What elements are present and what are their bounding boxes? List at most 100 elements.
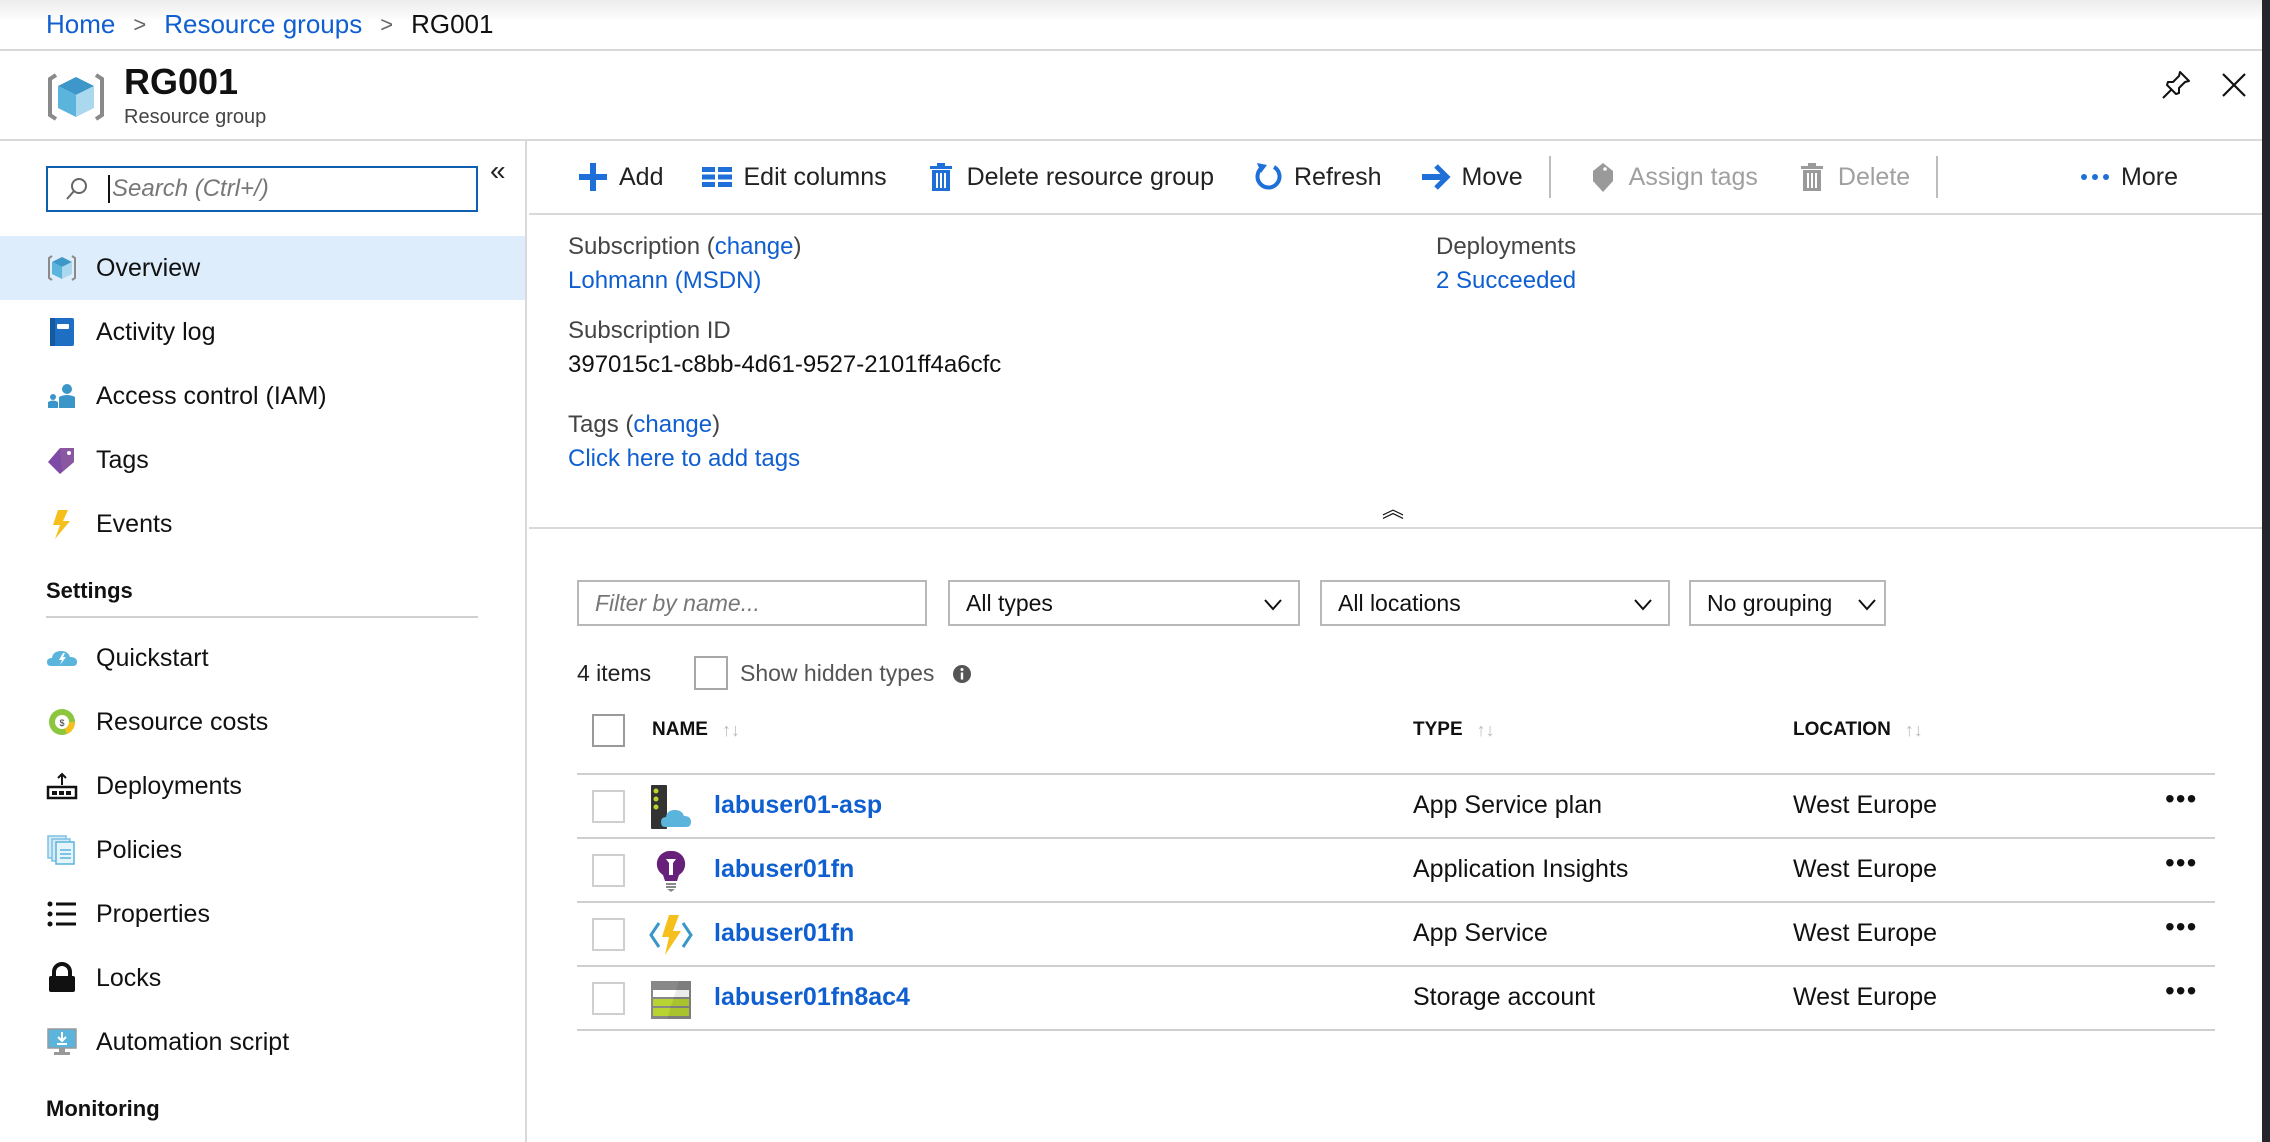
assign-tags-button[interactable]: Assign tags	[1587, 161, 1758, 193]
table-header: NAME ↑↓ TYPE ↑↓ LOCATION ↑↓	[577, 705, 2215, 775]
row-more-icon[interactable]: •••	[2165, 975, 2197, 1007]
toolbar-divider	[1936, 156, 1939, 198]
tags-label: Tags	[568, 411, 619, 438]
sidebar-item-activity-log[interactable]: Activity log	[0, 300, 525, 364]
policies-icon	[46, 834, 78, 866]
add-tags-link[interactable]: Click here to add tags	[568, 445, 800, 473]
essentials-panel: Subscription (change) Lohmann (MSDN) Sub…	[529, 217, 2262, 529]
row-checkbox[interactable]	[592, 790, 625, 823]
row-checkbox[interactable]	[592, 982, 625, 1015]
sidebar-item-overview[interactable]: Overview	[0, 236, 525, 300]
table-row[interactable]: labuser01fn Application Insights West Eu…	[577, 839, 2215, 903]
sort-icon[interactable]: ↑↓	[1477, 720, 1495, 741]
resource-name-link[interactable]: labuser01fn	[714, 919, 854, 948]
sort-icon[interactable]: ↑↓	[722, 720, 740, 741]
sidebar-item-policies[interactable]: Policies	[0, 818, 525, 882]
tag-icon	[1587, 161, 1619, 193]
row-checkbox[interactable]	[592, 918, 625, 951]
edit-columns-label: Edit columns	[743, 162, 887, 191]
resource-type: Application Insights	[1413, 855, 1629, 883]
row-more-icon[interactable]: •••	[2165, 911, 2197, 943]
more-label: More	[2121, 162, 2178, 191]
subscription-name-link[interactable]: Lohmann (MSDN)	[568, 267, 761, 295]
breadcrumb-resource-groups-link[interactable]: Resource groups	[164, 9, 362, 40]
type-filter-dropdown[interactable]: All types	[948, 580, 1300, 626]
edit-columns-button[interactable]: Edit columns	[701, 161, 887, 193]
grouping-dropdown[interactable]: No grouping	[1689, 580, 1886, 626]
sidebar-item-automation-script[interactable]: Automation script	[0, 1010, 525, 1074]
sidebar-item-label: Overview	[96, 253, 201, 282]
cost-icon: $	[46, 706, 78, 738]
sidebar-search-input[interactable]	[108, 175, 468, 203]
breadcrumb: Home > Resource groups > RG001	[0, 0, 2262, 51]
deployments-link[interactable]: 2 Succeeded	[1436, 267, 1576, 295]
move-button[interactable]: Move	[1420, 161, 1523, 193]
refresh-button[interactable]: Refresh	[1252, 161, 1382, 193]
activity-log-icon	[46, 316, 78, 348]
add-button[interactable]: Add	[577, 161, 663, 193]
section-divider	[46, 616, 478, 618]
iam-icon	[46, 380, 78, 412]
column-header-location[interactable]: LOCATION ↑↓	[1793, 719, 1923, 741]
sort-icon[interactable]: ↑↓	[1905, 720, 1923, 741]
select-all-checkbox[interactable]	[592, 714, 625, 747]
filter-by-name-input[interactable]	[595, 589, 925, 617]
sidebar-item-label: Automation script	[96, 1027, 290, 1056]
column-header-type[interactable]: TYPE ↑↓	[1413, 719, 1495, 741]
sidebar-item-label: Events	[96, 509, 173, 538]
table-row[interactable]: labuser01-asp App Service plan West Euro…	[577, 775, 2215, 839]
sidebar-item-tags[interactable]: Tags	[0, 428, 525, 492]
resource-type: App Service	[1413, 919, 1548, 947]
row-more-icon[interactable]: •••	[2165, 783, 2197, 815]
row-more-icon[interactable]: •••	[2165, 847, 2197, 879]
sidebar-item-label: Resource costs	[96, 707, 269, 736]
tags-change-link[interactable]: change	[633, 411, 712, 438]
breadcrumb-home-link[interactable]: Home	[46, 9, 115, 40]
sidebar-item-locks[interactable]: Locks	[0, 946, 525, 1010]
sidebar-item-quickstart[interactable]: Quickstart	[0, 626, 525, 690]
plus-icon	[577, 161, 609, 193]
show-hidden-types-checkbox[interactable]	[694, 656, 728, 690]
chevron-down-icon	[1634, 599, 1652, 611]
subscription-change-link[interactable]: change	[715, 233, 794, 260]
column-header-label: TYPE	[1413, 719, 1463, 740]
sidebar-item-label: Tags	[96, 445, 149, 474]
close-icon[interactable]	[2216, 67, 2252, 103]
sidebar-item-deployments[interactable]: Deployments	[0, 754, 525, 818]
resource-name-link[interactable]: labuser01fn	[714, 855, 854, 884]
pin-icon[interactable]	[2158, 67, 2194, 103]
collapse-essentials-icon[interactable]: ︽	[1382, 492, 1404, 524]
info-icon[interactable]	[952, 664, 972, 684]
filter-by-name[interactable]	[577, 580, 927, 626]
move-label: Move	[1461, 162, 1523, 191]
trash-icon	[925, 161, 957, 193]
sidebar-item-resource-costs[interactable]: $ Resource costs	[0, 690, 525, 754]
section-header-monitoring: Monitoring	[46, 1096, 160, 1121]
more-button[interactable]: More	[2079, 161, 2178, 193]
collapse-sidebar-button[interactable]: «	[490, 155, 506, 187]
column-header-label: LOCATION	[1793, 719, 1891, 740]
breadcrumb-separator: >	[133, 11, 147, 37]
sidebar-search[interactable]	[46, 166, 478, 212]
resource-name-link[interactable]: labuser01-asp	[714, 791, 882, 820]
chevron-down-icon	[1264, 599, 1282, 611]
resource-name-link[interactable]: labuser01fn8ac4	[714, 983, 910, 1012]
row-checkbox[interactable]	[592, 854, 625, 887]
sidebar-item-properties[interactable]: Properties	[0, 882, 525, 946]
sidebar-item-access-control[interactable]: Access control (IAM)	[0, 364, 525, 428]
columns-icon	[701, 161, 733, 193]
location-filter-dropdown[interactable]: All locations	[1320, 580, 1670, 626]
subscription-label-group: Subscription (change)	[568, 233, 802, 260]
table-row[interactable]: labuser01fn8ac4 Storage account West Eur…	[577, 967, 2215, 1031]
sidebar-item-events[interactable]: Events	[0, 492, 525, 556]
delete-resource-group-button[interactable]: Delete resource group	[925, 161, 1214, 193]
section-header-settings: Settings	[46, 578, 133, 603]
column-header-name[interactable]: NAME ↑↓	[652, 719, 740, 741]
sidebar-nav: Overview Activity log Access control (IA…	[0, 236, 525, 1134]
automation-script-icon	[46, 1026, 78, 1058]
resource-group-icon	[48, 73, 104, 121]
lightning-icon	[46, 508, 78, 540]
sidebar-item-label: Policies	[96, 835, 183, 864]
delete-button[interactable]: Delete	[1796, 161, 1910, 193]
table-row[interactable]: labuser01fn App Service West Europe •••	[577, 903, 2215, 967]
